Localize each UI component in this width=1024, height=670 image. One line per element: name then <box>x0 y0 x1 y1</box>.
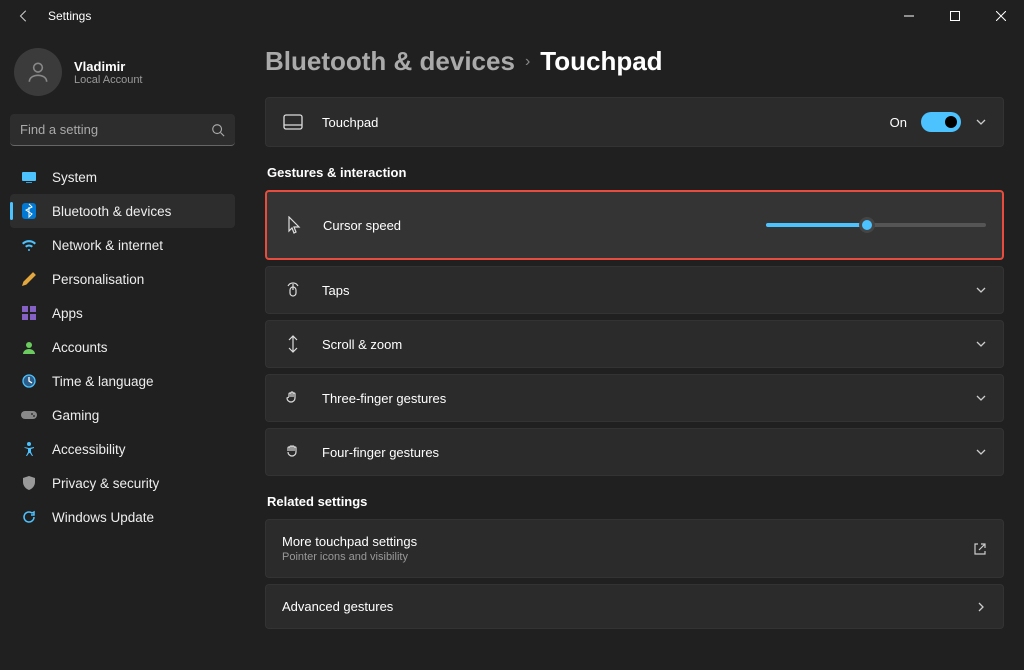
sidebar-item-accessibility[interactable]: Accessibility <box>10 432 235 466</box>
time-icon <box>20 372 38 390</box>
search <box>10 114 235 146</box>
sidebar-item-gaming[interactable]: Gaming <box>10 398 235 432</box>
sidebar-item-label: Personalisation <box>52 272 144 287</box>
sidebar-item-label: Gaming <box>52 408 99 423</box>
sidebar-item-bluetooth[interactable]: Bluetooth & devices <box>10 194 235 228</box>
sidebar-item-label: Bluetooth & devices <box>52 204 171 219</box>
touchpad-icon <box>282 114 304 130</box>
sidebar-item-system[interactable]: System <box>10 160 235 194</box>
sidebar-item-label: Apps <box>52 306 83 321</box>
section-related: Related settings <box>267 494 1004 509</box>
touchpad-label: Touchpad <box>322 115 890 130</box>
bluetooth-icon <box>20 202 38 220</box>
chevron-right-icon: › <box>525 53 530 71</box>
sidebar-item-label: Windows Update <box>52 510 154 525</box>
sidebar-item-time[interactable]: Time & language <box>10 364 235 398</box>
cursor-speed-slider[interactable] <box>766 223 986 227</box>
chevron-down-icon <box>975 392 987 404</box>
taps-label: Taps <box>322 283 975 298</box>
cursor-speed-label: Cursor speed <box>323 218 766 233</box>
apps-icon <box>20 304 38 322</box>
close-button[interactable] <box>978 0 1024 32</box>
section-gestures: Gestures & interaction <box>267 165 1004 180</box>
sidebar-item-apps[interactable]: Apps <box>10 296 235 330</box>
system-icon <box>20 168 38 186</box>
tap-icon <box>282 281 304 299</box>
scroll-icon <box>282 335 304 353</box>
sidebar-item-label: Network & internet <box>52 238 163 253</box>
chevron-down-icon <box>975 284 987 296</box>
sidebar-item-accounts[interactable]: Accounts <box>10 330 235 364</box>
four-finger-card[interactable]: Four-finger gestures <box>265 428 1004 476</box>
search-icon <box>211 123 225 137</box>
more-touchpad-label: More touchpad settings <box>282 534 973 549</box>
touchpad-toggle[interactable] <box>921 112 961 132</box>
advanced-gestures-label: Advanced gestures <box>282 599 975 614</box>
chevron-right-icon <box>975 601 987 613</box>
maximize-button[interactable] <box>932 0 978 32</box>
sidebar-item-privacy[interactable]: Privacy & security <box>10 466 235 500</box>
scroll-zoom-card[interactable]: Scroll & zoom <box>265 320 1004 368</box>
more-touchpad-card[interactable]: More touchpad settings Pointer icons and… <box>265 519 1004 578</box>
wifi-icon <box>20 236 38 254</box>
gaming-icon <box>20 406 38 424</box>
more-touchpad-sub: Pointer icons and visibility <box>282 551 973 563</box>
scroll-zoom-label: Scroll & zoom <box>322 337 975 352</box>
cursor-icon <box>283 216 305 234</box>
touchpad-state: On <box>890 115 907 130</box>
sidebar-item-label: Time & language <box>52 374 154 389</box>
four-finger-icon <box>282 443 304 461</box>
sidebar-item-personalisation[interactable]: Personalisation <box>10 262 235 296</box>
privacy-icon <box>20 474 38 492</box>
breadcrumb-parent[interactable]: Bluetooth & devices <box>265 46 515 77</box>
cursor-speed-card[interactable]: Cursor speed <box>265 190 1004 260</box>
advanced-gestures-card[interactable]: Advanced gestures <box>265 584 1004 629</box>
minimize-button[interactable] <box>886 0 932 32</box>
chevron-down-icon[interactable] <box>975 116 987 128</box>
profile-sub: Local Account <box>74 74 143 86</box>
profile[interactable]: Vladimir Local Account <box>10 44 235 110</box>
avatar <box>14 48 62 96</box>
sidebar-item-label: Accessibility <box>52 442 126 457</box>
breadcrumb-current: Touchpad <box>540 46 662 77</box>
profile-name: Vladimir <box>74 59 143 74</box>
sidebar-item-label: System <box>52 170 97 185</box>
breadcrumb: Bluetooth & devices › Touchpad <box>265 46 1004 77</box>
taps-card[interactable]: Taps <box>265 266 1004 314</box>
three-finger-card[interactable]: Three-finger gestures <box>265 374 1004 422</box>
three-finger-icon <box>282 389 304 407</box>
touchpad-toggle-card[interactable]: Touchpad On <box>265 97 1004 147</box>
accounts-icon <box>20 338 38 356</box>
open-external-icon <box>973 542 987 556</box>
update-icon <box>20 508 38 526</box>
four-finger-label: Four-finger gestures <box>322 445 975 460</box>
personalisation-icon <box>20 270 38 288</box>
accessibility-icon <box>20 440 38 458</box>
sidebar-item-wifi[interactable]: Network & internet <box>10 228 235 262</box>
sidebar-item-label: Accounts <box>52 340 108 355</box>
window-title: Settings <box>48 9 886 23</box>
sidebar-item-label: Privacy & security <box>52 476 159 491</box>
search-input[interactable] <box>10 114 235 146</box>
chevron-down-icon <box>975 446 987 458</box>
chevron-down-icon <box>975 338 987 350</box>
sidebar-item-update[interactable]: Windows Update <box>10 500 235 534</box>
back-button[interactable] <box>14 6 34 26</box>
three-finger-label: Three-finger gestures <box>322 391 975 406</box>
